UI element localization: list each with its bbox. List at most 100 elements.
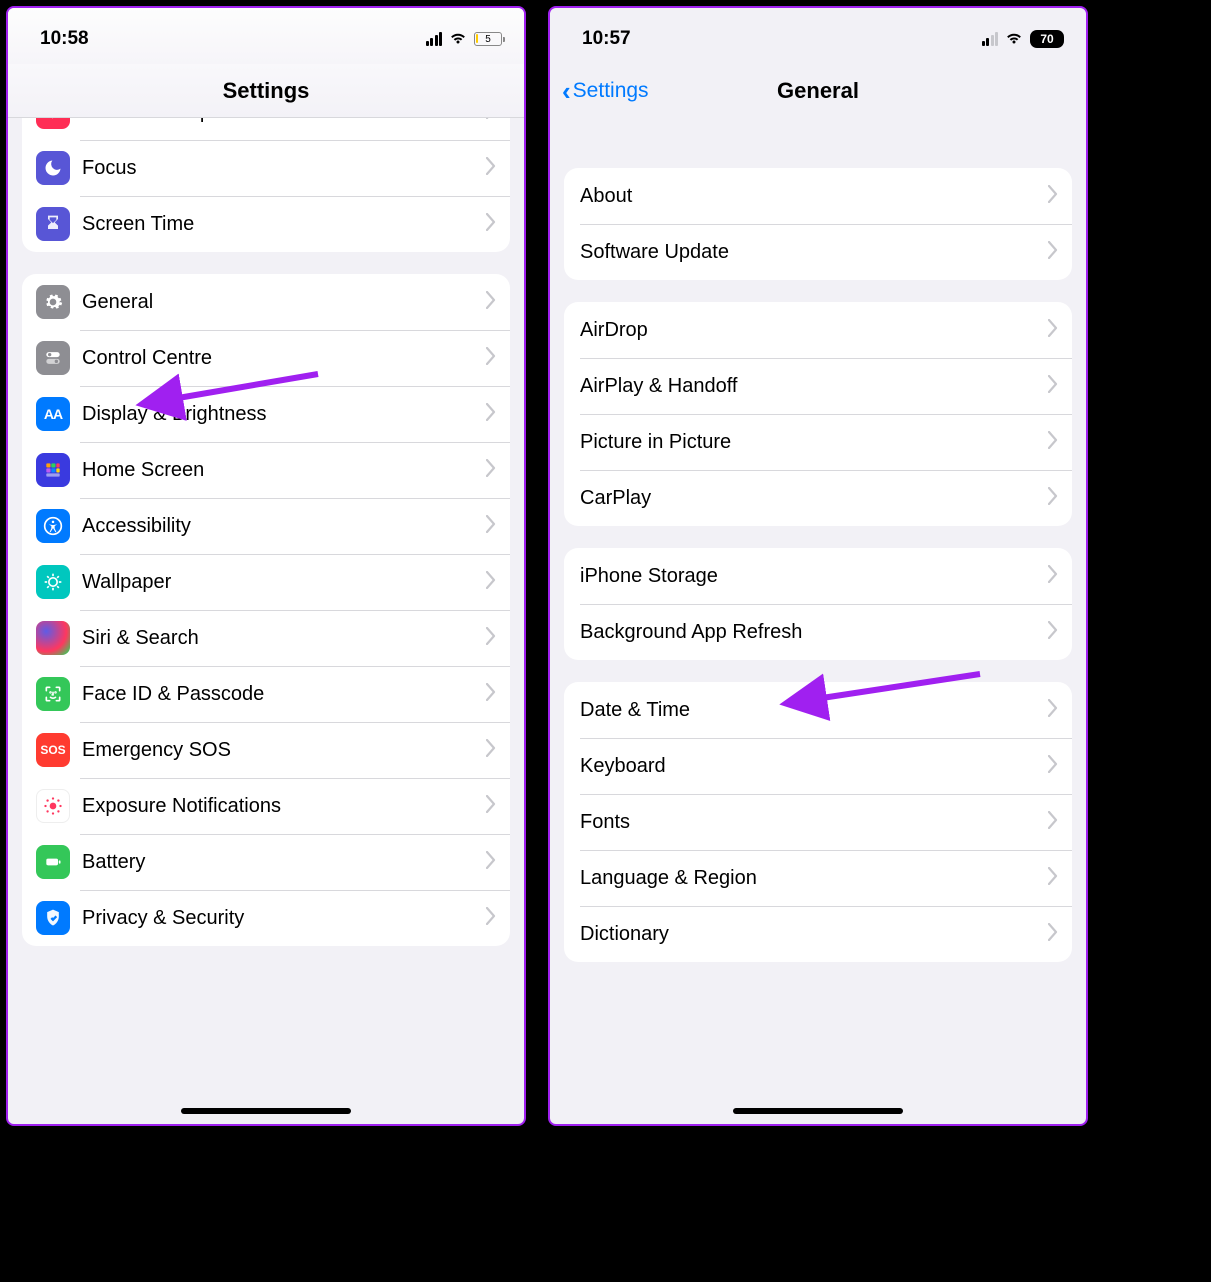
nav-bar: Settings <box>8 64 524 118</box>
control-centre-icon <box>36 341 70 375</box>
back-button[interactable]: ‹ Settings <box>562 78 649 104</box>
battery-icon: 70 <box>1030 30 1064 48</box>
chevron-right-icon <box>1048 867 1058 890</box>
row-label: Language & Region <box>578 867 1048 890</box>
row-privacy-security[interactable]: Privacy & Security <box>22 890 510 946</box>
wallpaper-icon <box>36 565 70 599</box>
home-indicator[interactable] <box>181 1108 351 1114</box>
row-accessibility[interactable]: Accessibility <box>22 498 510 554</box>
row-label: Privacy & Security <box>70 907 486 930</box>
gear-icon <box>36 285 70 319</box>
row-home-screen[interactable]: Home Screen <box>22 442 510 498</box>
row-control-centre[interactable]: Control Centre <box>22 330 510 386</box>
row-airplay-handoff[interactable]: AirPlay & Handoff <box>564 358 1072 414</box>
chevron-right-icon <box>1048 811 1058 834</box>
chevron-right-icon <box>486 403 496 426</box>
row-label: Software Update <box>578 241 1048 264</box>
page-title: Settings <box>223 78 310 104</box>
row-picture-in-picture[interactable]: Picture in Picture <box>564 414 1072 470</box>
accessibility-icon <box>36 509 70 543</box>
row-label: Accessibility <box>70 515 486 538</box>
row-siri-search[interactable]: Siri & Search <box>22 610 510 666</box>
row-exposure-notifications[interactable]: Exposure Notifications <box>22 778 510 834</box>
chevron-right-icon <box>486 291 496 314</box>
sos-icon: SOS <box>36 733 70 767</box>
display-icon: AA <box>36 397 70 431</box>
row-emergency-sos[interactable]: SOS Emergency SOS <box>22 722 510 778</box>
status-time: 10:57 <box>582 28 631 50</box>
chevron-right-icon <box>486 571 496 594</box>
chevron-right-icon <box>1048 319 1058 342</box>
row-date-time[interactable]: Date & Time <box>564 682 1072 738</box>
chevron-right-icon <box>1048 565 1058 588</box>
home-indicator[interactable] <box>733 1108 903 1114</box>
row-label: Fonts <box>578 811 1048 834</box>
row-sounds-haptics[interactable]: Sounds & Haptics <box>22 118 510 140</box>
row-label: Sounds & Haptics <box>70 118 486 124</box>
chevron-right-icon <box>1048 241 1058 264</box>
row-display-brightness[interactable]: AA Display & Brightness <box>22 386 510 442</box>
screenshot-general: 10:57 70 ‹ Settings General About <box>548 6 1088 1126</box>
row-wallpaper[interactable]: Wallpaper <box>22 554 510 610</box>
wifi-icon <box>1005 27 1023 51</box>
row-label: CarPlay <box>578 487 1048 510</box>
settings-group-notifications: Sounds & Haptics Focus Screen Time <box>22 118 510 252</box>
row-label: Background App Refresh <box>578 621 1048 644</box>
row-battery[interactable]: Battery <box>22 834 510 890</box>
row-keyboard[interactable]: Keyboard <box>564 738 1072 794</box>
chevron-right-icon <box>486 515 496 538</box>
row-about[interactable]: About <box>564 168 1072 224</box>
row-label: About <box>578 185 1048 208</box>
row-fonts[interactable]: Fonts <box>564 794 1072 850</box>
chevron-right-icon <box>486 907 496 930</box>
general-group-airdrop: AirDrop AirPlay & Handoff Picture in Pic… <box>564 302 1072 526</box>
chevron-right-icon <box>486 851 496 874</box>
siri-icon <box>36 621 70 655</box>
battery-icon: 5 <box>474 32 502 46</box>
row-focus[interactable]: Focus <box>22 140 510 196</box>
chevron-right-icon <box>486 627 496 650</box>
settings-scroll[interactable]: Sounds & Haptics Focus Screen Time <box>8 118 524 968</box>
chevron-right-icon <box>1048 621 1058 644</box>
row-label: Display & Brightness <box>70 403 486 426</box>
battery-row-icon <box>36 845 70 879</box>
row-general[interactable]: General <box>22 274 510 330</box>
home-screen-icon <box>36 453 70 487</box>
row-label: AirDrop <box>578 319 1048 342</box>
cellular-signal-icon <box>982 32 999 46</box>
row-screen-time[interactable]: Screen Time <box>22 196 510 252</box>
row-background-app-refresh[interactable]: Background App Refresh <box>564 604 1072 660</box>
row-dictionary[interactable]: Dictionary <box>564 906 1072 962</box>
row-label: Battery <box>70 851 486 874</box>
row-label: Home Screen <box>70 459 486 482</box>
row-language-region[interactable]: Language & Region <box>564 850 1072 906</box>
focus-icon <box>36 151 70 185</box>
back-label: Settings <box>573 79 649 103</box>
nav-bar: ‹ Settings General <box>550 64 1086 118</box>
chevron-right-icon <box>1048 487 1058 510</box>
settings-group-general: General Control Centre AA Display & Brig… <box>22 274 510 946</box>
row-software-update[interactable]: Software Update <box>564 224 1072 280</box>
row-label: Focus <box>70 157 486 180</box>
row-iphone-storage[interactable]: iPhone Storage <box>564 548 1072 604</box>
status-bar: 10:58 5 <box>8 8 524 64</box>
chevron-right-icon <box>1048 923 1058 946</box>
row-label: Emergency SOS <box>70 739 486 762</box>
status-bar: 10:57 70 <box>550 8 1086 64</box>
row-carplay[interactable]: CarPlay <box>564 470 1072 526</box>
general-scroll[interactable]: About Software Update AirDrop AirPlay & … <box>550 118 1086 984</box>
row-label: General <box>70 291 486 314</box>
chevron-right-icon <box>486 157 496 180</box>
chevron-right-icon <box>486 683 496 706</box>
wifi-icon <box>449 27 467 51</box>
exposure-icon <box>36 789 70 823</box>
row-label: Screen Time <box>70 213 486 236</box>
general-group-about: About Software Update <box>564 168 1072 280</box>
row-faceid-passcode[interactable]: Face ID & Passcode <box>22 666 510 722</box>
chevron-right-icon <box>486 118 496 124</box>
row-label: Wallpaper <box>70 571 486 594</box>
chevron-right-icon <box>1048 375 1058 398</box>
chevron-right-icon <box>1048 431 1058 454</box>
row-label: Siri & Search <box>70 627 486 650</box>
row-airdrop[interactable]: AirDrop <box>564 302 1072 358</box>
